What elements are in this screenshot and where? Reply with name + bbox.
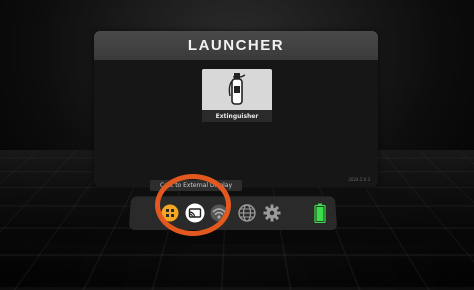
highlight-circle (155, 174, 231, 236)
app-label-extinguisher: Extinguisher (202, 110, 272, 122)
launcher-title: LAUNCHER (187, 37, 285, 54)
gear-icon[interactable] (262, 203, 282, 223)
fire-extinguisher-icon (228, 72, 246, 110)
launcher-header: LAUNCHER (94, 31, 378, 60)
battery-icon (310, 203, 330, 223)
globe-icon[interactable] (237, 203, 257, 223)
launcher-panel: LAUNCHER Extinguisher 2024.2.0.3 (94, 31, 378, 187)
version-text: 2024.2.0.3 (348, 177, 370, 182)
